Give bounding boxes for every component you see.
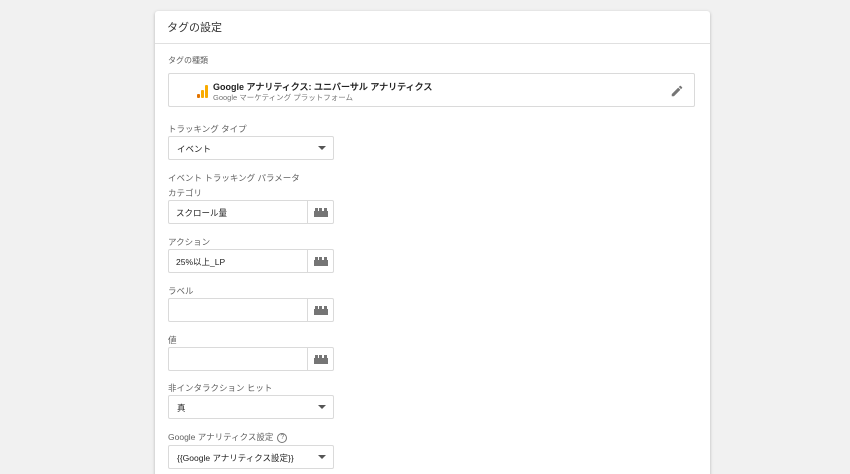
ga-settings-label-row: Google アナリティクス設定?: [168, 431, 288, 443]
tracking-type-value: イベント: [177, 144, 212, 154]
category-field[interactable]: スクロール量: [168, 200, 334, 224]
pencil-icon[interactable]: [670, 84, 684, 98]
action-field[interactable]: 25%以上_LP: [168, 249, 334, 273]
value-label: 値: [168, 335, 177, 345]
tracking-type-select[interactable]: イベント: [168, 136, 334, 160]
tracking-type-label: トラッキング タイプ: [168, 124, 247, 134]
card-title: タグの設定: [155, 11, 710, 44]
tag-type-label: タグの種類: [168, 56, 208, 65]
caret-down-icon: [318, 455, 326, 459]
variable-icon: [314, 208, 328, 217]
variable-picker-button[interactable]: [307, 250, 333, 272]
action-value: 25%以上_LP: [176, 257, 226, 267]
category-label: カテゴリ: [168, 188, 203, 198]
label-field[interactable]: [168, 298, 334, 322]
ga-settings-label: Google アナリティクス設定: [168, 432, 274, 442]
ga-settings-select[interactable]: {{Google アナリティクス設定}}: [168, 445, 334, 469]
non-interaction-select[interactable]: 真: [168, 395, 334, 419]
caret-down-icon: [318, 146, 326, 150]
value-field[interactable]: [168, 347, 334, 371]
tag-config-card: タグの設定 タグの種類 Google アナリティクス: ユニバーサル アナリティ…: [155, 11, 710, 474]
variable-picker-button[interactable]: [307, 299, 333, 321]
non-interaction-value: 真: [177, 403, 186, 413]
event-params-label: イベント トラッキング パラメータ: [168, 173, 300, 183]
tag-type-box[interactable]: Google アナリティクス: ユニバーサル アナリティクス Google マー…: [168, 73, 695, 107]
caret-down-icon: [318, 405, 326, 409]
variable-icon: [314, 355, 328, 364]
variable-picker-button[interactable]: [307, 348, 333, 370]
variable-icon: [314, 306, 328, 315]
analytics-icon: [196, 84, 210, 98]
label-label: ラベル: [168, 286, 194, 296]
category-value: スクロール量: [176, 208, 228, 218]
variable-icon: [314, 257, 328, 266]
variable-picker-button[interactable]: [307, 201, 333, 223]
ga-settings-value: {{Google アナリティクス設定}}: [177, 453, 294, 463]
tag-type-provider: Google マーケティング プラットフォーム: [213, 93, 354, 102]
action-label: アクション: [168, 237, 211, 247]
non-interaction-label: 非インタラクション ヒット: [168, 383, 273, 393]
help-icon[interactable]: ?: [277, 432, 288, 443]
